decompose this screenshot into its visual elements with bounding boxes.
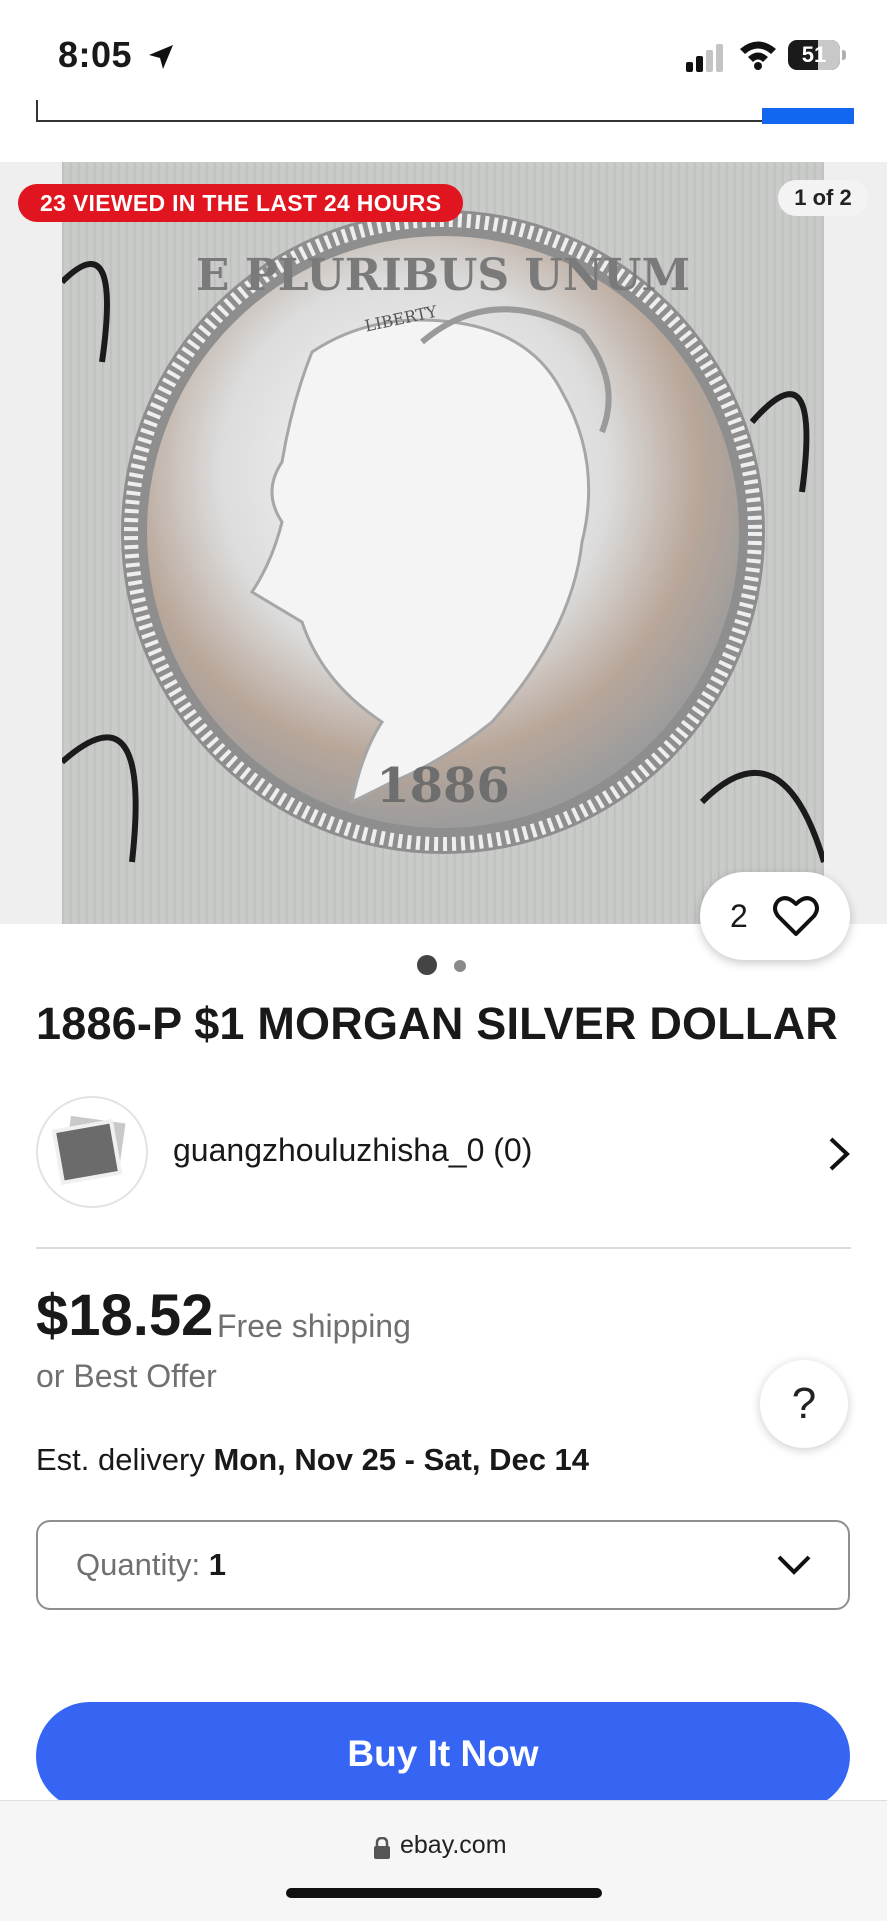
pagination-dot-1[interactable]: [417, 955, 437, 975]
coin-year: 1886: [376, 758, 510, 814]
image-pagination[interactable]: [0, 955, 887, 977]
quantity-label: Quantity: 1: [76, 1547, 226, 1582]
best-offer-text: or Best Offer: [36, 1358, 217, 1394]
delivery-label: Est. delivery: [36, 1442, 205, 1477]
search-button[interactable]: [762, 108, 854, 124]
viewed-badge: 23 VIEWED IN THE LAST 24 HOURS: [18, 184, 464, 222]
quantity-value: 1: [208, 1547, 226, 1582]
battery-icon: 51: [788, 40, 840, 70]
coin-legend: E PLURIBUS UNUM: [196, 250, 690, 301]
watch-button[interactable]: 2: [700, 872, 850, 960]
buy-it-now-button[interactable]: Buy It Now: [36, 1702, 850, 1810]
item-image-gallery[interactable]: E PLURIBUS UNUM 1886 LIBERTY: [0, 162, 887, 924]
estimated-delivery: Est. delivery Mon, Nov 25 - Sat, Dec 14: [36, 1442, 589, 1478]
chevron-down-icon: [777, 1555, 811, 1575]
delivery-dates: Mon, Nov 25 - Sat, Dec 14: [213, 1442, 590, 1477]
listing-title: 1886-P $1 MORGAN SILVER DOLLAR: [36, 998, 839, 1049]
battery-cap: [842, 50, 846, 60]
help-button[interactable]: ?: [760, 1360, 848, 1448]
avatar: [36, 1096, 148, 1208]
photo-placeholder-icon: [52, 1112, 129, 1185]
seller-row[interactable]: guangzhouluzhisha_0 (0): [36, 1096, 851, 1212]
price: $18.52: [36, 1283, 214, 1348]
url-text[interactable]: ebay.com: [400, 1831, 507, 1860]
watch-count: 2: [730, 898, 748, 934]
seller-name: guangzhouluzhisha_0 (0): [173, 1132, 533, 1168]
image-counter: 1 of 2: [778, 180, 868, 216]
wifi-icon: [740, 41, 776, 70]
browser-address-bar[interactable]: ebay.com: [0, 1800, 887, 1921]
quantity-select[interactable]: Quantity: 1: [36, 1520, 850, 1610]
status-time: 8:05: [58, 34, 133, 75]
lock-icon: [374, 1837, 390, 1859]
cellular-signal-icon: [686, 44, 723, 72]
search-bar[interactable]: [36, 100, 762, 122]
home-indicator[interactable]: [286, 1888, 602, 1898]
heart-icon: [773, 896, 819, 936]
coin-image[interactable]: E PLURIBUS UNUM 1886 LIBERTY: [62, 162, 824, 924]
location-arrow-icon: [149, 45, 173, 69]
shipping-info: Free shipping: [217, 1308, 411, 1344]
divider: [36, 1247, 851, 1249]
status-bar: 8:05 51: [0, 0, 887, 110]
pagination-dot-2[interactable]: [454, 960, 466, 972]
chevron-right-icon: [829, 1137, 850, 1171]
